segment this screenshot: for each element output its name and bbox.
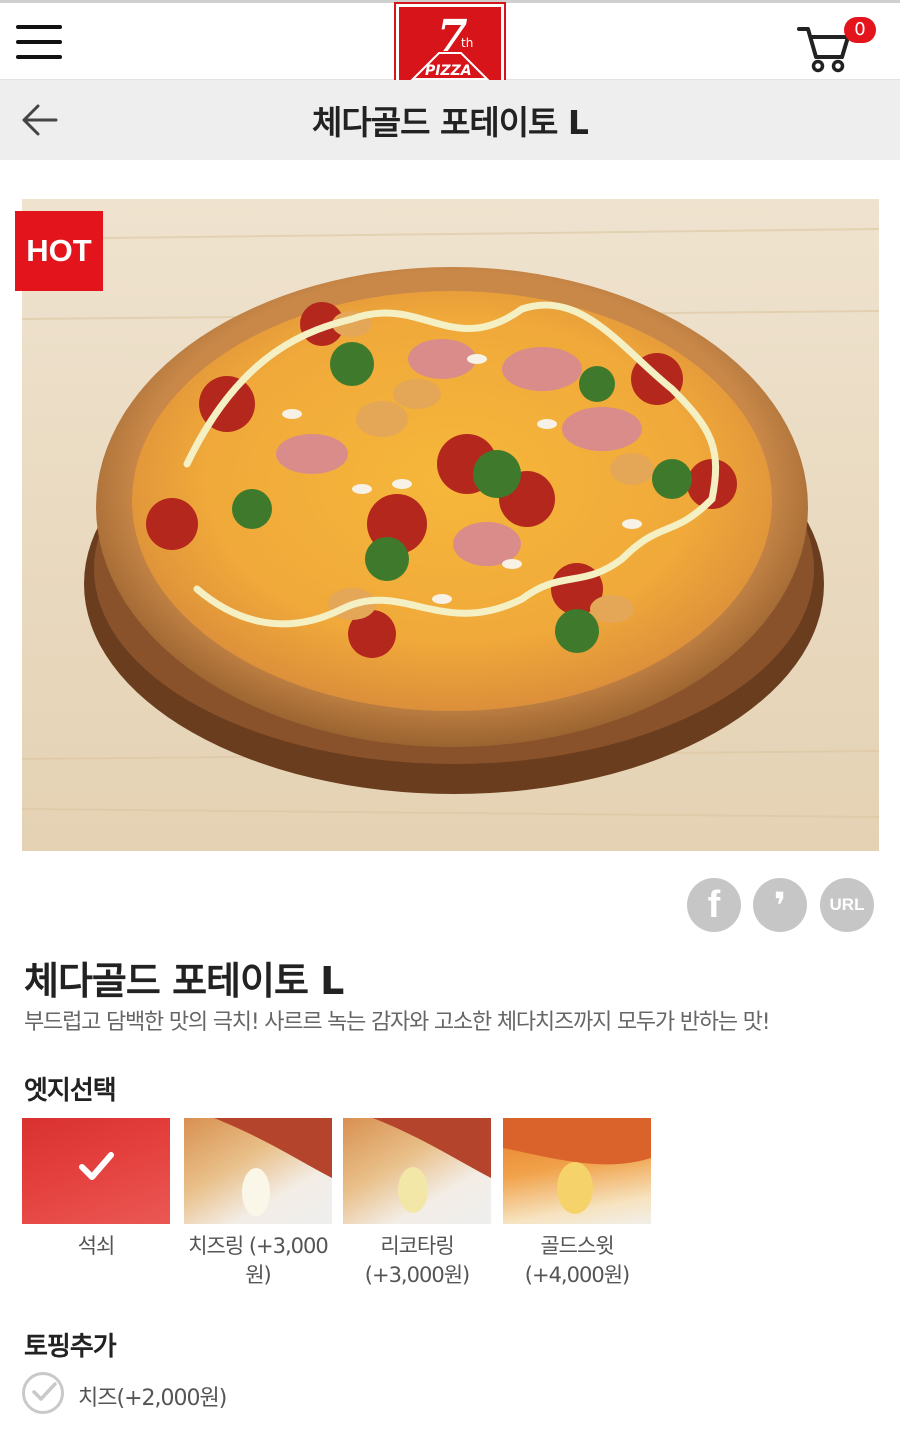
- edge-thumbnail: [22, 1118, 170, 1224]
- edge-option-label: 치즈링 (+3,000원): [188, 1234, 329, 1287]
- check-icon: [32, 1382, 57, 1401]
- url-share-button[interactable]: URL: [820, 878, 874, 932]
- product-description: 부드럽고 담백한 맛의 극치! 사르르 녹는 감자와 고소한 체다치즈까지 모두…: [24, 1010, 771, 1035]
- edge-option-gold-sweet[interactable]: 골드스윗 (+4,000원): [503, 1118, 651, 1290]
- edge-option-ricotta-ring[interactable]: 리코타링 (+3,000원): [343, 1118, 491, 1290]
- page-title: 체다골드 포테이토 L: [312, 103, 589, 142]
- cart-count-badge: 0: [844, 17, 876, 43]
- top-bar: 7 th PIZZA 0: [0, 0, 900, 90]
- ricotta-ring-image: [373, 1118, 491, 1213]
- pizza-illustration: [22, 228, 879, 818]
- svg-text:PIZZA: PIZZA: [425, 63, 472, 79]
- facebook-share-button[interactable]: f: [687, 878, 741, 932]
- logo-graphic: 7 th PIZZA: [410, 11, 490, 80]
- gold-sweet-image: [503, 1118, 651, 1214]
- checkbox-circle[interactable]: [22, 1372, 64, 1414]
- product-name: 체다골드 포테이토 L: [24, 959, 344, 1003]
- check-icon: [79, 1152, 114, 1180]
- topping-label: 치즈(+2,000원): [78, 1386, 227, 1411]
- topping-section-title: 토핑추가: [24, 1332, 117, 1362]
- edge-option-label: 골드스윗 (+4,000원): [524, 1234, 630, 1287]
- svg-text:th: th: [461, 36, 473, 50]
- kakao-share-button[interactable]: ❜: [753, 878, 807, 932]
- edge-option-label: 리코타링 (+3,000원): [364, 1234, 470, 1287]
- edge-thumbnail: [184, 1118, 332, 1224]
- edge-thumbnail: [503, 1118, 651, 1224]
- edge-option-grill[interactable]: 석쇠: [22, 1118, 170, 1261]
- cart-button[interactable]: 0: [796, 17, 882, 77]
- cheese-ring-image: [214, 1118, 332, 1216]
- hot-badge: HOT: [15, 211, 103, 291]
- product-image: [22, 199, 879, 851]
- edge-option-label: 석쇠: [77, 1234, 116, 1258]
- edge-thumbnail: [343, 1118, 491, 1224]
- edge-option-cheese-ring[interactable]: 치즈링 (+3,000원): [184, 1118, 332, 1290]
- brand-logo[interactable]: 7 th PIZZA: [394, 2, 506, 90]
- edge-section-title: 엣지선택: [24, 1076, 117, 1106]
- menu-icon[interactable]: [16, 25, 62, 61]
